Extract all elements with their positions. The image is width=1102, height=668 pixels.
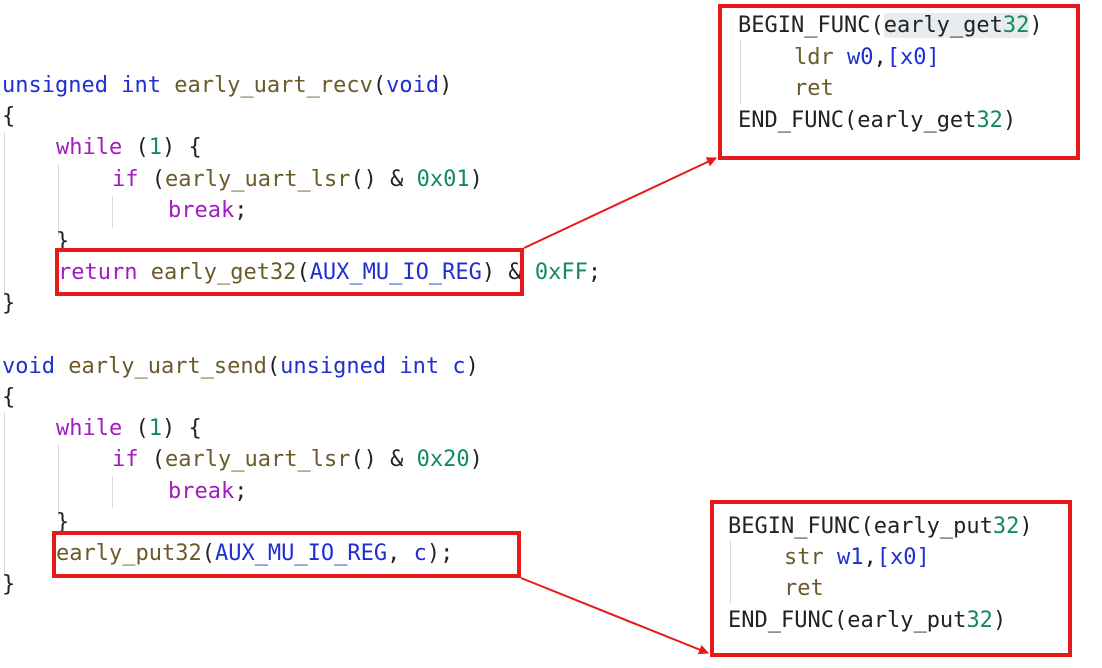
arrow-to-get32 (523, 157, 717, 249)
connector-arrows (520, 157, 717, 655)
arrow-to-put32 (520, 577, 709, 655)
